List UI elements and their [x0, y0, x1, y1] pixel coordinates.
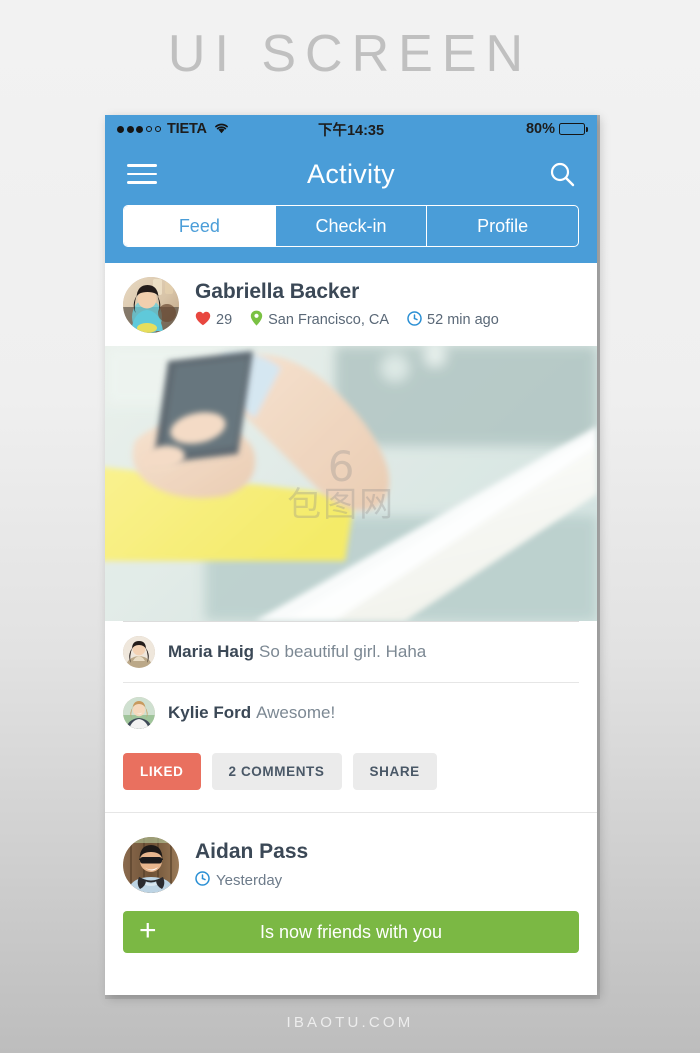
battery-percent-label: 80%	[525, 121, 555, 137]
post-action-bar: LIKED 2 COMMENTS SHARE	[105, 743, 597, 812]
avatar-gabriella-backer[interactable]	[123, 277, 179, 333]
status-bar-time: 下午14:35	[317, 122, 385, 139]
comments-list: Maria Haig So beautiful girl. Haha Kylie…	[105, 621, 597, 743]
tab-feed[interactable]: Feed	[124, 206, 275, 246]
comment-text: So beautiful girl. Haha	[258, 642, 427, 661]
post-time: 52 min ago	[407, 310, 499, 330]
status-bar: TIETA 下午14:35 80%	[105, 115, 597, 143]
post-location[interactable]: San Francisco, CA	[250, 310, 389, 330]
friend-post-time: Yesterday	[216, 872, 283, 889]
page-title: Activity	[307, 158, 395, 189]
avatar-aidan-pass[interactable]	[123, 837, 179, 893]
post-location-label: San Francisco, CA	[268, 312, 390, 328]
phone-screen: TIETA 下午14:35 80% Activity Feed Check-in…	[105, 115, 597, 995]
comments-button[interactable]: 2 COMMENTS	[211, 753, 342, 790]
clock-icon	[195, 871, 210, 890]
post-likes-count: 29	[216, 312, 233, 328]
avatar-kylie-ford[interactable]	[123, 697, 155, 729]
avatar-maria-haig[interactable]	[123, 636, 155, 668]
feed-post-card: Gabriella Backer 29 San Francisco, CA 52…	[105, 263, 597, 812]
post-author-name: Gabriella Backer	[195, 280, 360, 303]
comment-author: Maria Haig	[168, 642, 254, 661]
is-now-friends-label: Is now friends with you	[259, 921, 443, 942]
comment-text: Awesome!	[256, 703, 336, 722]
battery-icon	[559, 123, 589, 135]
search-icon[interactable]	[549, 161, 575, 187]
post-author-block: Gabriella Backer 29 San Francisco, CA 52…	[195, 280, 499, 330]
post-time-label: 52 min ago	[427, 312, 499, 328]
is-now-friends-button[interactable]: + Is now friends with you	[123, 911, 579, 953]
watermark-text: 包图网	[287, 484, 396, 525]
clock-icon	[407, 310, 422, 330]
post-header: Gabriella Backer 29 San Francisco, CA 52…	[105, 263, 597, 346]
tab-check-in[interactable]: Check-in	[274, 206, 427, 246]
share-button[interactable]: SHARE	[352, 753, 437, 790]
map-pin-icon	[250, 310, 263, 330]
status-bar-right: 80%	[525, 121, 589, 137]
phone-right-edge	[597, 115, 600, 995]
segmented-tabs-container: Feed Check-in Profile	[105, 205, 597, 263]
post-likes[interactable]: 29	[195, 311, 232, 330]
friend-activity-card: Aidan Pass Yesterday + Is now friends wi…	[105, 821, 597, 953]
comment-author: Kylie Ford	[168, 703, 252, 722]
friend-post-header: Aidan Pass Yesterday	[105, 821, 597, 903]
post-photo-hand-holding-phone[interactable]: 6 包图网	[105, 346, 597, 621]
post-divider	[105, 812, 597, 821]
navigation-bar: Activity	[105, 143, 597, 205]
comment-body: Maria Haig So beautiful girl. Haha	[168, 642, 426, 662]
comment-body: Kylie Ford Awesome!	[168, 703, 335, 723]
heart-icon	[195, 311, 211, 330]
like-button[interactable]: LIKED	[123, 753, 201, 790]
phone-bottom-edge	[105, 995, 600, 999]
post-meta-row: 29 San Francisco, CA 52 min ago	[195, 310, 499, 330]
poster-title: UI SCREEN	[167, 25, 533, 83]
list-item[interactable]: Maria Haig So beautiful girl. Haha	[123, 621, 579, 682]
friend-post-text: Aidan Pass Yesterday	[195, 840, 308, 890]
tab-profile[interactable]: Profile	[426, 206, 578, 246]
watermark: 6 包图网	[287, 441, 396, 525]
watermark-mark: 6	[327, 441, 355, 491]
list-item[interactable]: Kylie Ford Awesome!	[123, 682, 579, 743]
poster-footer: IBAOTU.COM	[286, 1014, 414, 1031]
friend-author-name: Aidan Pass	[195, 840, 309, 863]
plus-icon: +	[139, 913, 157, 947]
segmented-tabs: Feed Check-in Profile	[123, 205, 579, 247]
friend-post-meta: Yesterday	[195, 871, 308, 890]
